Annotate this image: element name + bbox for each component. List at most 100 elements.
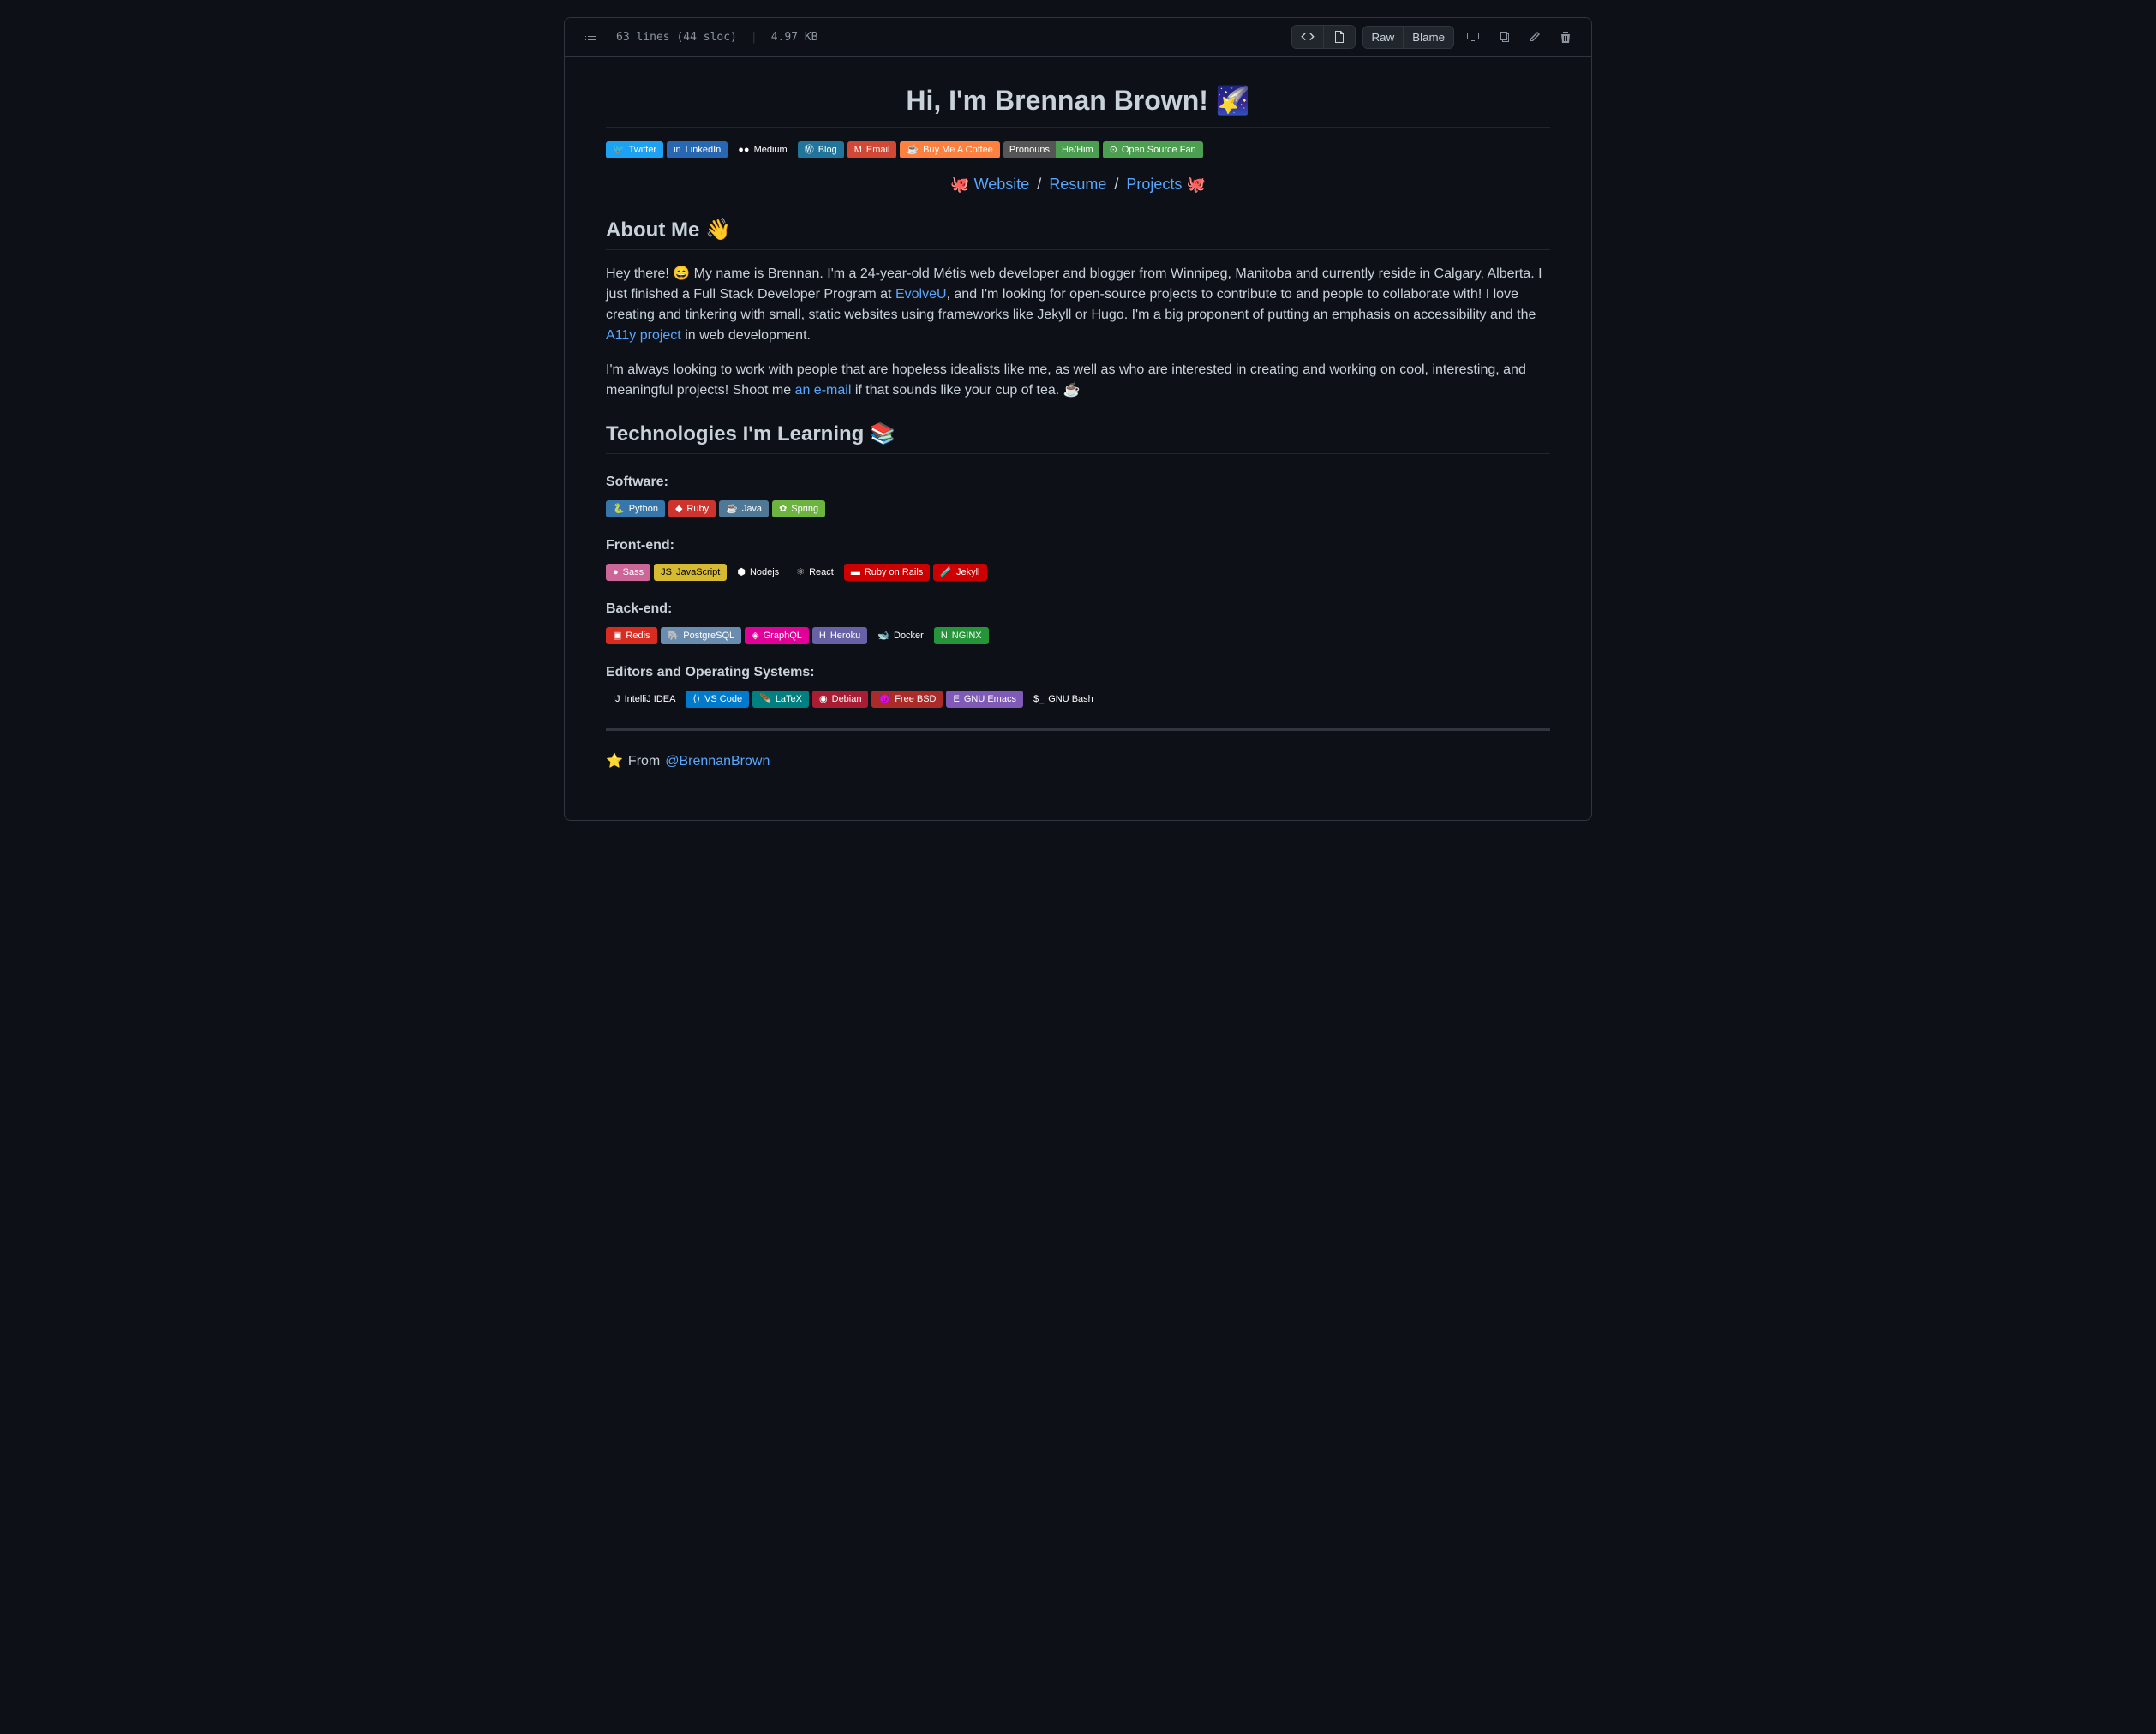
badge-label: GraphQL [764, 631, 802, 641]
badge-blog[interactable]: ⓌBlog [798, 141, 844, 158]
badge-buy-me-a-coffee[interactable]: ☕Buy Me A Coffee [900, 141, 999, 158]
badge-java[interactable]: ☕Java [719, 500, 769, 517]
octocat-icon: 🐙 [950, 176, 969, 193]
badge-vs-code[interactable]: ⟨⟩VS Code [686, 691, 749, 708]
blame-button[interactable]: Blame [1404, 27, 1453, 48]
edit-icon[interactable] [1523, 25, 1547, 49]
badge-icon: E [953, 695, 959, 704]
badge-redis[interactable]: ▣Redis [606, 627, 657, 644]
separator: / [1037, 176, 1041, 193]
projects-link[interactable]: Projects [1126, 176, 1182, 193]
badge-heroku[interactable]: HHeroku [812, 627, 867, 644]
badge-label: Sass [623, 567, 644, 577]
evolveu-link[interactable]: EvolveU [895, 287, 947, 302]
resume-link[interactable]: Resume [1049, 176, 1106, 193]
separator: / [1114, 176, 1118, 193]
octocat-icon: 🐙 [1186, 176, 1205, 193]
file-stats: 63 lines (44 sloc) | 4.97 KB [616, 31, 818, 44]
line-count: 63 lines (44 sloc) [616, 31, 737, 44]
badge-docker[interactable]: 🐋 Docker [871, 627, 931, 644]
frontend-heading: Front-end: [606, 538, 1550, 553]
badge-icon: in [674, 146, 681, 155]
badge-debian[interactable]: ◉Debian [812, 691, 868, 708]
copy-icon[interactable] [1492, 25, 1516, 49]
file-view-button[interactable] [1324, 26, 1355, 48]
readme-content: Hi, I'm Brennan Brown! 🌠 🐦TwitterinLinke… [565, 57, 1591, 820]
badge-icon: 🐋 [877, 631, 889, 641]
raw-button[interactable]: Raw [1363, 27, 1404, 48]
about-paragraph-2: I'm always looking to work with people t… [606, 360, 1550, 401]
file-toolbar: 63 lines (44 sloc) | 4.97 KB Raw Blame [565, 18, 1591, 57]
badge-python[interactable]: 🐍 Python [606, 500, 665, 517]
badge-gnu-emacs[interactable]: E GNU Emacs [946, 691, 1022, 708]
badge-open-source-fan[interactable]: ⊙Open Source Fan [1103, 141, 1203, 158]
badge-ruby[interactable]: ◆Ruby [668, 500, 716, 517]
badge-icon: 🐦 [613, 146, 625, 155]
badge-spring[interactable]: ✿Spring [772, 500, 825, 517]
badge-label: Nodejs [750, 567, 779, 577]
badge-icon: 🐘 [668, 631, 680, 641]
delete-icon[interactable] [1554, 25, 1578, 49]
badge-nodejs[interactable]: ⬢Nodejs [730, 564, 786, 581]
badge-twitter[interactable]: 🐦Twitter [606, 141, 663, 158]
badge-graphql[interactable]: ◈GraphQL [745, 627, 809, 644]
badge-label: Docker [894, 631, 924, 641]
badge-email[interactable]: MEmail [847, 141, 897, 158]
badge-label: Medium [754, 145, 788, 155]
badge-nginx[interactable]: NNGINX [934, 627, 989, 644]
badge-react[interactable]: ⚛ React [789, 564, 841, 581]
badge-label: GNU Emacs [964, 694, 1016, 704]
badge-label: Java [742, 504, 762, 514]
badge-icon: ✿ [779, 505, 787, 514]
star-icon: ⭐ [606, 751, 623, 772]
badge-icon: 🐍 [613, 505, 625, 514]
badge-label: Debian [832, 694, 862, 704]
website-link[interactable]: Website [974, 176, 1030, 193]
badge-label: LaTeX [776, 694, 802, 704]
code-view-button[interactable] [1292, 26, 1324, 48]
about-paragraph-1: Hey there! 😄 My name is Brennan. I'm a 2… [606, 264, 1550, 346]
footer: ⭐ From @BrennanBrown [606, 751, 1550, 772]
backend-badges: ▣Redis🐘PostgreSQL◈GraphQLHHeroku🐋DockerN… [606, 627, 1550, 644]
badge-icon: ⟨⟩ [692, 695, 700, 704]
badge-latex[interactable]: 🪶LaTeX [752, 691, 809, 708]
source-view-group [1291, 25, 1356, 49]
raw-blame-group: Raw Blame [1362, 26, 1454, 49]
badge-linkedin[interactable]: inLinkedIn [667, 141, 728, 158]
badge-gnu-bash[interactable]: $_ GNU Bash [1027, 691, 1100, 708]
badge-label: JavaScript [676, 567, 720, 577]
badge-label: Email [866, 145, 890, 155]
badge-icon: $_ [1033, 695, 1044, 704]
desktop-icon[interactable] [1461, 25, 1485, 49]
page-title: Hi, I'm Brennan Brown! 🌠 [606, 84, 1550, 128]
badge-icon: N [941, 631, 948, 641]
badge-intellij-idea[interactable]: IJIntelliJ IDEA [606, 691, 682, 708]
list-icon[interactable] [578, 25, 602, 49]
footer-handle-link[interactable]: @BrennanBrown [665, 751, 770, 772]
badge-sass[interactable]: ● Sass [606, 564, 650, 581]
a11y-link[interactable]: A11y project [606, 328, 681, 343]
badge-icon: ● [613, 568, 619, 577]
badge-label: GNU Bash [1048, 694, 1093, 704]
badge-medium[interactable]: ●●Medium [731, 141, 794, 158]
badge-ruby-on-rails[interactable]: ▬Ruby on Rails [844, 564, 930, 581]
email-link[interactable]: an e-mail [795, 383, 852, 398]
badge-jekyll[interactable]: 🧪Jekyll [933, 564, 986, 581]
badge-icon: ▣ [613, 631, 621, 641]
editors-heading: Editors and Operating Systems: [606, 665, 1550, 680]
editors-badges: IJIntelliJ IDEA⟨⟩VS Code🪶LaTeX◉Debian😈Fr… [606, 691, 1550, 708]
badge-icon: ☕ [907, 146, 919, 155]
footer-from: From [628, 751, 660, 772]
badge-icon: ⚛ [796, 568, 805, 577]
toolbar-left: 63 lines (44 sloc) | 4.97 KB [578, 25, 818, 49]
badge-label: React [809, 567, 834, 577]
badge-pronouns[interactable]: PronounsHe/Him [1003, 141, 1099, 158]
badge-free-bsd[interactable]: 😈Free BSD [871, 691, 943, 708]
toolbar-right: Raw Blame [1291, 25, 1578, 49]
badge-label: PostgreSQL [683, 631, 734, 641]
badge-postgresql[interactable]: 🐘PostgreSQL [661, 627, 742, 644]
badge-label: Python [629, 504, 658, 514]
badge-icon: 🧪 [940, 568, 952, 577]
badge-javascript[interactable]: JSJavaScript [654, 564, 727, 581]
backend-heading: Back-end: [606, 601, 1550, 617]
